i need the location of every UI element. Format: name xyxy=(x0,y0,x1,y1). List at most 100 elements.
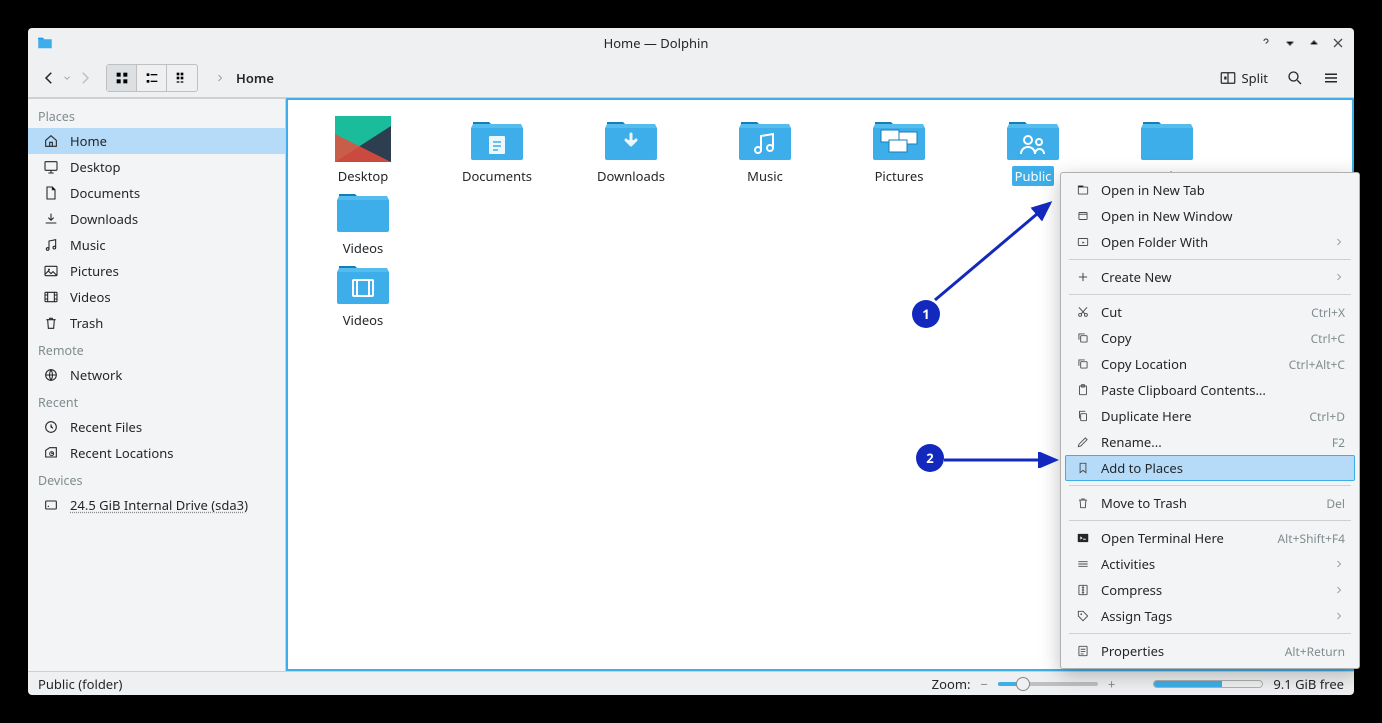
folder-icon xyxy=(469,116,525,162)
documents-icon xyxy=(42,184,60,202)
drive-icon xyxy=(42,496,60,514)
chevron-right-icon xyxy=(1333,558,1345,570)
menu-item-open-terminal-here[interactable]: Open Terminal HereAlt+Shift+F4 xyxy=(1061,525,1359,551)
copy-icon xyxy=(1075,330,1091,346)
menu-item-compress[interactable]: Compress xyxy=(1061,577,1359,603)
sidebar-item-videos[interactable]: Videos xyxy=(28,284,285,310)
menu-item-add-to-places[interactable]: Add to Places xyxy=(1065,455,1355,481)
sidebar-header: Remote xyxy=(28,336,285,362)
tag-icon xyxy=(1075,608,1091,624)
hamburger-menu-button[interactable] xyxy=(1322,69,1340,87)
menu-item-move-to-trash[interactable]: Move to TrashDel xyxy=(1061,490,1359,516)
icons-view-button[interactable] xyxy=(107,65,137,91)
help-icon[interactable] xyxy=(1258,35,1274,51)
search-button[interactable] xyxy=(1286,69,1304,87)
app-icon xyxy=(36,34,54,52)
file-item-downloads[interactable]: Downloads xyxy=(584,114,678,186)
statusbar: Public (folder) Zoom: − + 9.1 GiB free xyxy=(28,671,1354,695)
breadcrumb-current[interactable]: Home xyxy=(236,69,274,87)
breadcrumb[interactable]: Home xyxy=(208,69,1209,87)
menu-label: Paste Clipboard Contents... xyxy=(1101,381,1345,399)
menu-label: Assign Tags xyxy=(1101,607,1323,625)
file-item-desktop[interactable]: Desktop xyxy=(316,114,410,186)
sidebar: PlacesHomeDesktopDocumentsDownloadsMusic… xyxy=(28,98,286,671)
toolbar: Home Split xyxy=(28,58,1354,98)
maximize-icon[interactable] xyxy=(1306,35,1322,51)
sidebar-item-recent-locations[interactable]: Recent Locations xyxy=(28,440,285,466)
menu-item-copy-location[interactable]: Copy LocationCtrl+Alt+C xyxy=(1061,351,1359,377)
sidebar-item-pictures[interactable]: Pictures xyxy=(28,258,285,284)
split-button[interactable]: Split xyxy=(1219,69,1268,87)
menu-label: Move to Trash xyxy=(1101,494,1316,512)
sidebar-item-downloads[interactable]: Downloads xyxy=(28,206,285,232)
menu-item-activities[interactable]: Activities xyxy=(1061,551,1359,577)
music-icon xyxy=(42,236,60,254)
status-selection: Public (folder) xyxy=(38,675,922,693)
zoom-slider[interactable] xyxy=(998,682,1098,686)
menu-item-assign-tags[interactable]: Assign Tags xyxy=(1061,603,1359,629)
menu-label: Create New xyxy=(1101,268,1323,286)
sidebar-item-label: Trash xyxy=(70,314,103,332)
menu-label: Properties xyxy=(1101,642,1275,660)
folder-icon xyxy=(737,116,793,162)
sidebar-item-home[interactable]: Home xyxy=(28,128,285,154)
menu-item-open-folder-with[interactable]: Open Folder With xyxy=(1061,229,1359,255)
file-item-videos[interactable]: Videos xyxy=(316,258,410,330)
file-item-videos[interactable]: Videos xyxy=(316,186,410,258)
minimize-icon[interactable] xyxy=(1282,35,1298,51)
menu-item-create-new[interactable]: Create New xyxy=(1061,264,1359,290)
menu-item-open-in-new-window[interactable]: Open in New Window xyxy=(1061,203,1359,229)
back-button[interactable] xyxy=(38,67,60,89)
sidebar-item-desktop[interactable]: Desktop xyxy=(28,154,285,180)
menu-item-properties[interactable]: PropertiesAlt+Return xyxy=(1061,638,1359,664)
menu-item-paste-clipboard-contents[interactable]: Paste Clipboard Contents... xyxy=(1061,377,1359,403)
sidebar-item-network[interactable]: Network xyxy=(28,362,285,388)
sidebar-item-documents[interactable]: Documents xyxy=(28,180,285,206)
downloads-icon xyxy=(42,210,60,228)
menu-shortcut: Ctrl+D xyxy=(1309,408,1345,425)
disk-usage-bar xyxy=(1153,680,1263,688)
menu-item-copy[interactable]: CopyCtrl+C xyxy=(1061,325,1359,351)
sidebar-item-label: Network xyxy=(70,366,122,384)
menu-shortcut: F2 xyxy=(1332,434,1345,451)
sidebar-header: Recent xyxy=(28,388,285,414)
folder-icon xyxy=(335,116,391,162)
file-label: Downloads xyxy=(594,166,668,186)
chevron-right-icon xyxy=(214,72,226,84)
menu-item-open-in-new-tab[interactable]: Open in New Tab xyxy=(1061,177,1359,203)
file-label: Videos xyxy=(340,310,387,330)
details-view-button[interactable] xyxy=(167,65,197,91)
menu-item-duplicate-here[interactable]: Duplicate HereCtrl+D xyxy=(1061,403,1359,429)
file-label: Public xyxy=(1012,166,1055,186)
forward-button[interactable] xyxy=(74,67,96,89)
sidebar-item-recent-files[interactable]: Recent Files xyxy=(28,414,285,440)
sidebar-item-24-5-gib-internal-drive-sda3-[interactable]: 24.5 GiB Internal Drive (sda3) xyxy=(28,492,285,518)
recent-files-icon xyxy=(42,418,60,436)
sidebar-item-label: Documents xyxy=(70,184,140,202)
view-mode-group xyxy=(106,64,198,92)
sidebar-item-trash[interactable]: Trash xyxy=(28,310,285,336)
menu-label: Add to Places xyxy=(1101,459,1345,477)
sidebar-item-label: Recent Locations xyxy=(70,444,173,462)
folder-icon xyxy=(335,188,391,234)
titlebar[interactable]: Home — Dolphin xyxy=(28,28,1354,58)
zoom-minus-icon[interactable]: − xyxy=(980,675,987,693)
menu-item-cut[interactable]: CutCtrl+X xyxy=(1061,299,1359,325)
compact-view-button[interactable] xyxy=(137,65,167,91)
sidebar-item-music[interactable]: Music xyxy=(28,232,285,258)
menu-label: Cut xyxy=(1101,303,1301,321)
zoom-plus-icon[interactable]: + xyxy=(1108,675,1115,693)
annotation-arrow-1 xyxy=(930,195,1060,305)
menu-separator xyxy=(1069,520,1351,521)
free-space: 9.1 GiB free xyxy=(1273,675,1344,693)
recent-locations-icon xyxy=(42,444,60,462)
close-icon[interactable] xyxy=(1330,35,1346,51)
trash-icon xyxy=(42,314,60,332)
back-history-dropdown[interactable] xyxy=(62,73,72,83)
compress-icon xyxy=(1075,582,1091,598)
file-item-pictures[interactable]: Pictures xyxy=(852,114,946,186)
file-item-documents[interactable]: Documents xyxy=(450,114,544,186)
menu-item-rename[interactable]: Rename...F2 xyxy=(1061,429,1359,455)
menu-separator xyxy=(1069,485,1351,486)
file-item-music[interactable]: Music xyxy=(718,114,812,186)
